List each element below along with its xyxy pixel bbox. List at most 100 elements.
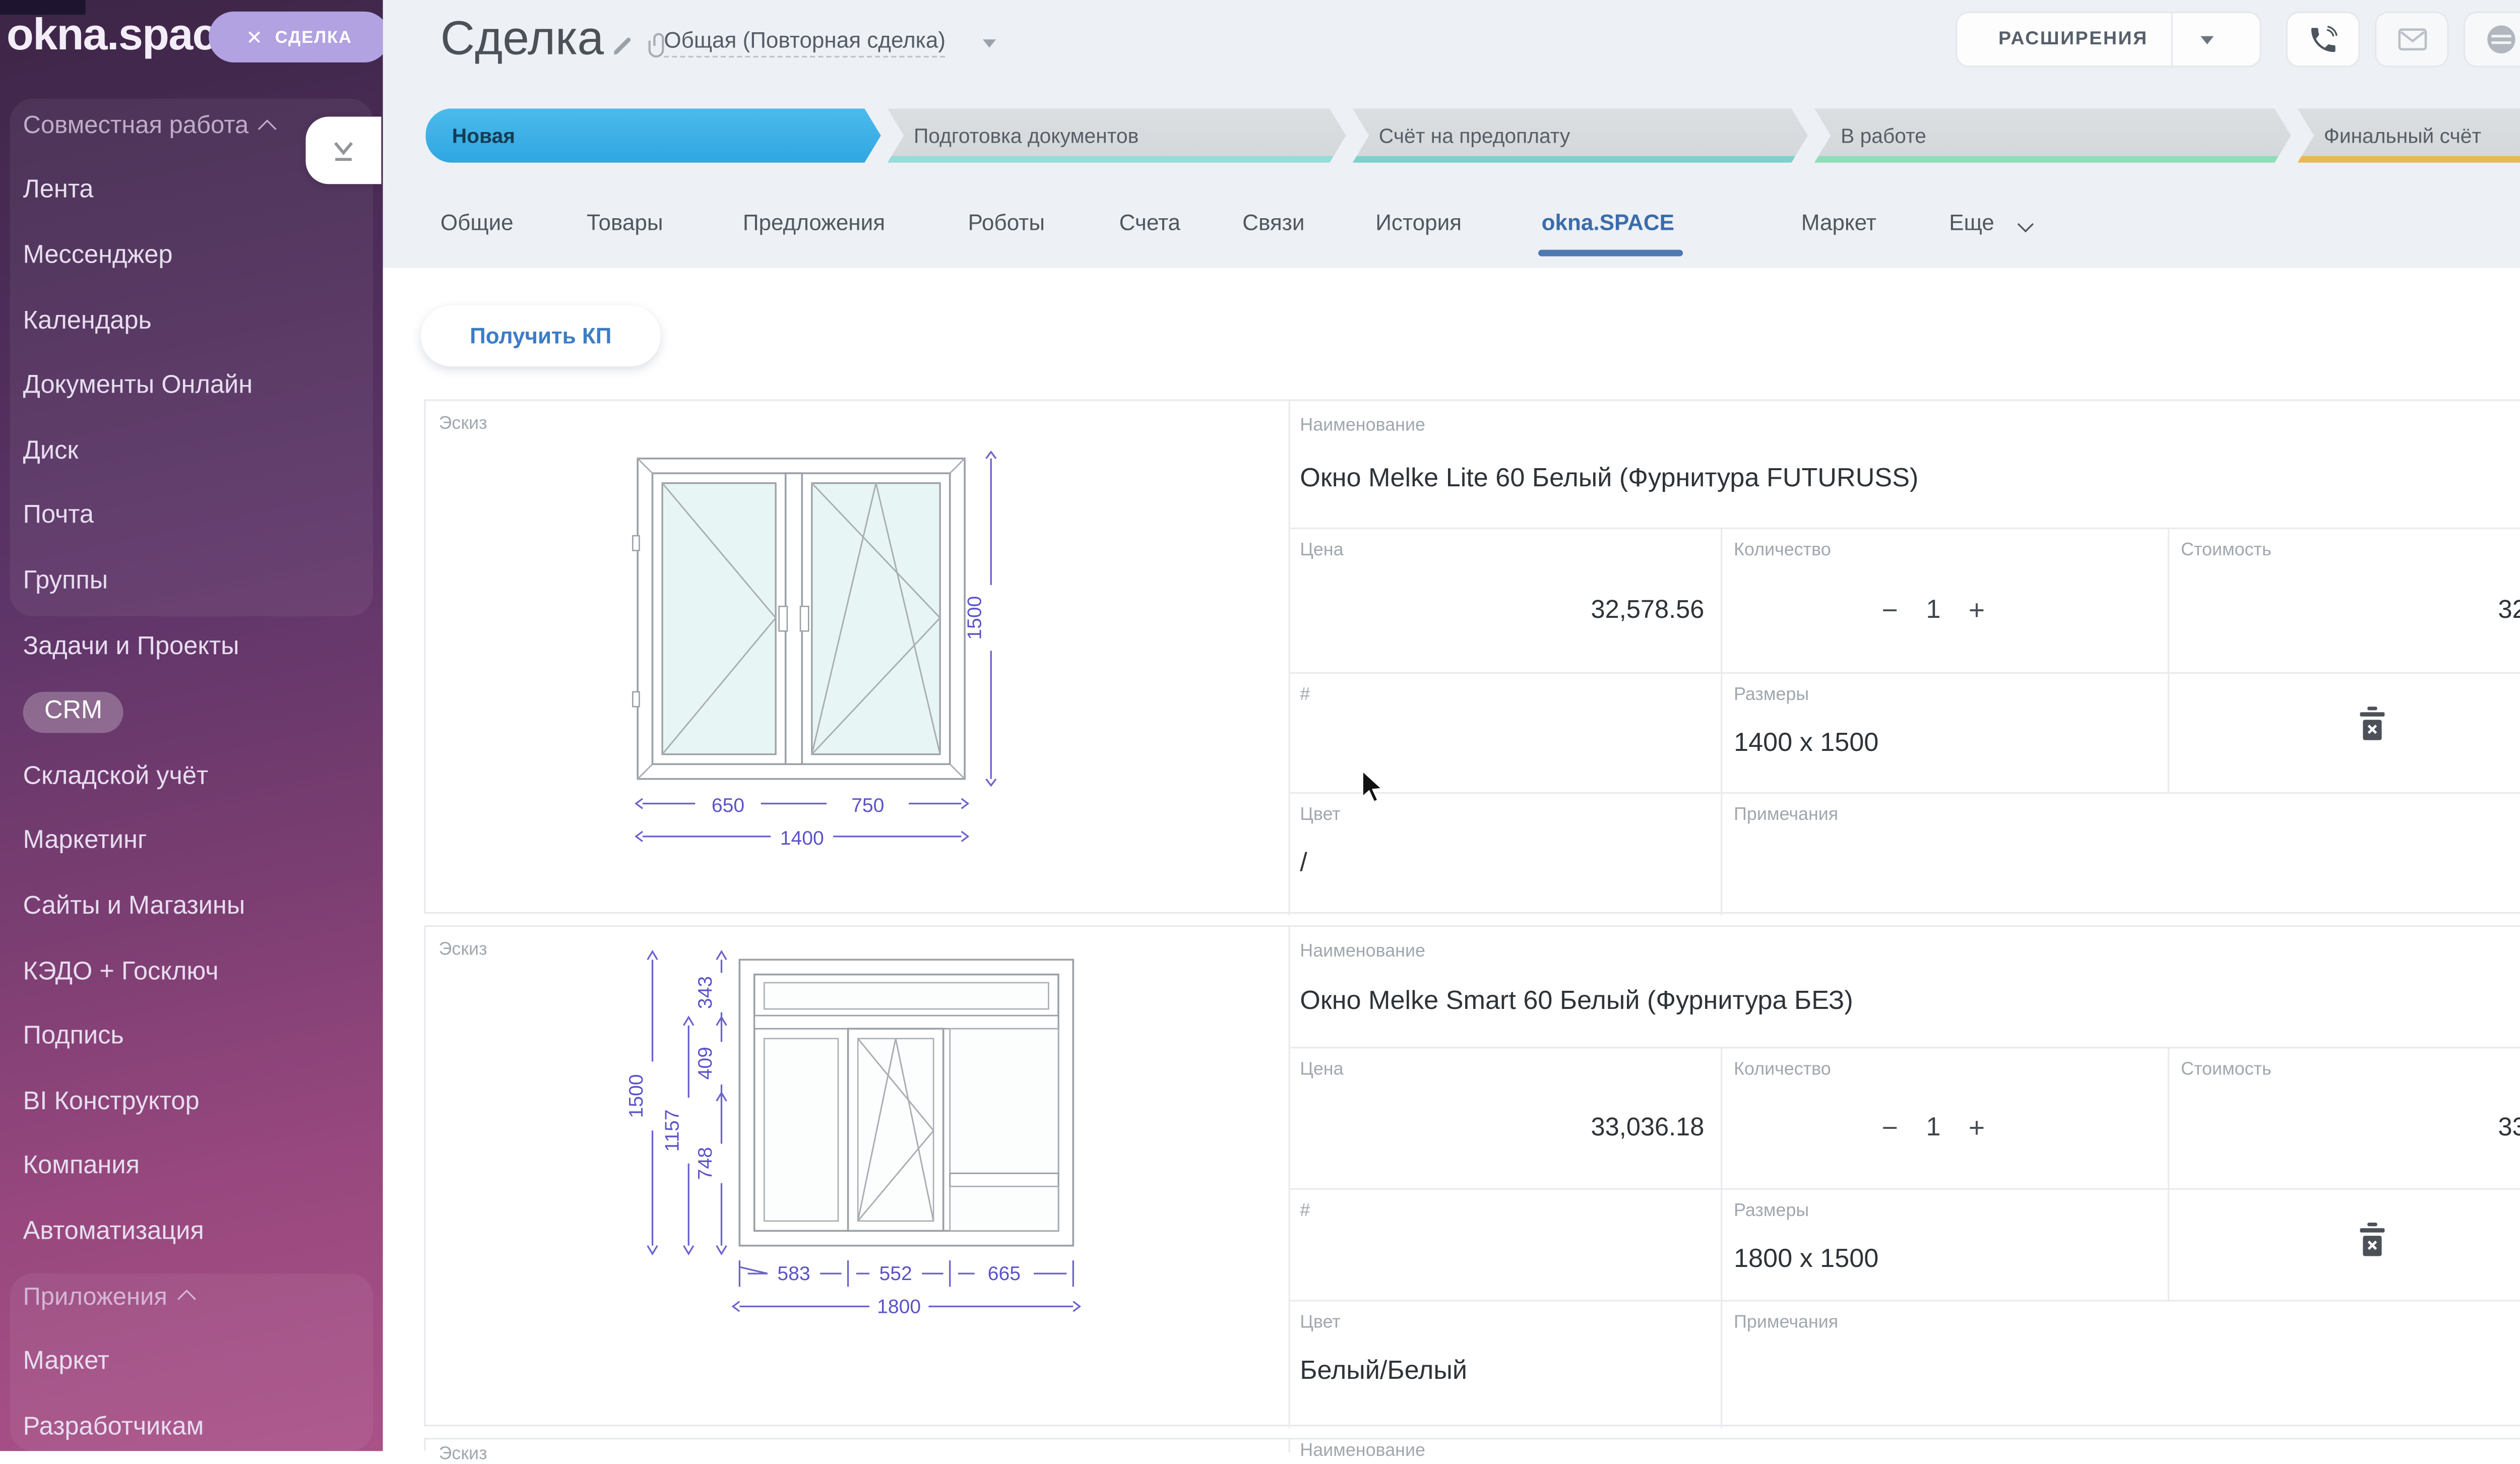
mouse-cursor (1361, 769, 1385, 805)
plus-button[interactable]: + (1969, 595, 1985, 627)
sidebar-item-crm[interactable]: CRM (0, 679, 383, 744)
page-title: Сделка (440, 13, 604, 68)
close-icon[interactable]: ✕ (246, 26, 264, 49)
sidebar-item-kedo[interactable]: КЭДО + Госключ (0, 939, 383, 1004)
sidebar-section-apps[interactable]: Приложения (0, 1265, 383, 1330)
cost-value: 33,036.18 (2181, 1114, 2520, 1144)
sidebar-item-marketing[interactable]: Маркетинг (0, 809, 383, 874)
deal-tab-chip[interactable]: ✕ СДЕЛКА (209, 12, 383, 62)
chevron-down-icon[interactable] (2200, 35, 2214, 43)
sidebar-item-inventory[interactable]: Складской учёт (0, 744, 383, 809)
sidebar-item-label: Маркет (23, 1348, 109, 1377)
sidebar-item-developers[interactable]: Разработчикам (0, 1395, 383, 1451)
tab-robots[interactable]: Роботы (968, 210, 1045, 235)
sidebar-item-label: BI Конструктор (23, 1088, 200, 1117)
tab-products[interactable]: Товары (587, 210, 663, 235)
svg-text:650: 650 (712, 795, 744, 816)
dims-label: Размеры (1734, 685, 1809, 705)
product-name[interactable]: Окно Melke Lite 60 Белый (Фурнитура FUTU… (1300, 465, 1918, 495)
stage-color-band (1353, 156, 1808, 163)
sidebar-item-tasks[interactable]: Задачи и Проекты (0, 614, 383, 679)
sidebar-section-label: Приложения (23, 1284, 167, 1311)
stage-new[interactable]: Новая (426, 108, 881, 163)
delete-row-button[interactable] (2358, 1223, 2386, 1265)
stage-prepayment[interactable]: Счёт на предоплату (1353, 108, 1808, 163)
sidebar-item-messenger[interactable]: Мессенджер (0, 224, 383, 289)
svg-text:665: 665 (988, 1263, 1021, 1285)
deal-chip-label: СДЕЛКА (275, 27, 352, 47)
tab-market[interactable]: Маркет (1801, 210, 1876, 235)
tab-links[interactable]: Связи (1242, 210, 1304, 235)
sidebar-item-docs-online[interactable]: Документы Онлайн (0, 354, 383, 419)
quantity-value[interactable]: 1 (1926, 597, 1940, 626)
sketch-label: Эскиз (439, 1444, 487, 1464)
product-card-3: Эскиз Наименование (424, 1438, 2520, 1451)
sidebar-item-market[interactable]: Маркет (0, 1330, 383, 1395)
sidebar-item-sites[interactable]: Сайты и Магазины (0, 874, 383, 939)
svg-text:750: 750 (851, 795, 884, 816)
stage-label: Подготовка документов (914, 124, 1139, 147)
sidebar-item-label: Почта (23, 502, 94, 532)
get-kp-button[interactable]: Получить КП (421, 306, 661, 367)
sidebar-item-label: Автоматизация (23, 1218, 204, 1247)
name-label: Наименование (1300, 416, 1425, 435)
hash-label: # (1300, 1201, 1310, 1221)
product-name[interactable]: Окно Melke Smart 60 Белый (Фурнитура БЕЗ… (1300, 988, 1853, 1017)
stage-label: Финальный счёт (2324, 124, 2481, 147)
sidebar-item-label: Задачи и Проекты (23, 632, 239, 662)
tab-history[interactable]: История (1375, 210, 1462, 235)
stage-in-progress[interactable]: В работе (1814, 108, 2291, 163)
app-button[interactable] (2464, 12, 2520, 68)
price-value[interactable]: 32,578.56 (1300, 597, 1704, 626)
delete-row-button[interactable] (2358, 707, 2386, 749)
column-divider (2168, 528, 2169, 792)
row-divider (1288, 1047, 2520, 1048)
plus-button[interactable]: + (1969, 1113, 1985, 1145)
column-divider (1721, 528, 1722, 916)
tab-general[interactable]: Общие (440, 210, 514, 235)
price-value[interactable]: 33,036.18 (1300, 1114, 1704, 1144)
sidebar-item-groups[interactable]: Группы (0, 549, 383, 614)
sidebar-item-label: КЭДО + Госключ (23, 957, 219, 987)
tab-more[interactable]: Еще (1949, 210, 1994, 235)
stage-final-invoice[interactable]: Финальный счёт (2298, 108, 2520, 163)
chevron-down-icon[interactable] (983, 39, 996, 47)
sidebar-item-company[interactable]: Компания (0, 1135, 383, 1200)
minus-button[interactable]: − (1882, 1113, 1898, 1145)
tab-offers[interactable]: Предложения (743, 210, 885, 235)
deal-category-selector[interactable]: Общая (Повторная сделка) (664, 28, 946, 57)
dims-value[interactable]: 1400 x 1500 (1734, 730, 1878, 759)
dims-value[interactable]: 1800 x 1500 (1734, 1246, 1878, 1276)
sidebar-item-sign[interactable]: Подпись (0, 1004, 383, 1069)
sidebar-item-label: Разработчикам (23, 1413, 204, 1442)
brand-logo[interactable]: okna.spac (7, 10, 214, 61)
window-sketch-2: 343 409 748 1157 1500 583 552 66 (626, 933, 1103, 1344)
sidebar-item-bi[interactable]: BI Конструктор (0, 1069, 383, 1134)
sidebar-item-mail[interactable]: Почта (0, 484, 383, 549)
sidebar-menu: Совместная работа Лента Мессенджер Кален… (0, 94, 383, 1451)
sidebar-item-automation[interactable]: Автоматизация (0, 1200, 383, 1265)
sidebar-item-label: Подпись (23, 1023, 124, 1052)
quantity-value[interactable]: 1 (1926, 1114, 1940, 1144)
color-value[interactable]: / (1300, 850, 1307, 879)
svg-text:1500: 1500 (626, 1074, 647, 1118)
sidebar-collapse-button[interactable] (306, 117, 382, 184)
svg-text:1800: 1800 (877, 1296, 921, 1317)
svg-text:1400: 1400 (780, 828, 824, 849)
svg-text:552: 552 (879, 1263, 912, 1285)
extensions-button[interactable]: РАСШИРЕНИЯ (1956, 12, 2261, 68)
dims-label: Размеры (1734, 1201, 1809, 1221)
edit-pencil-icon[interactable] (611, 34, 635, 57)
tab-invoices[interactable]: Счета (1119, 210, 1180, 235)
minus-button[interactable]: − (1882, 595, 1898, 627)
tab-okna-space[interactable]: okna.SPACE (1542, 210, 1674, 235)
sidebar-item-disk[interactable]: Диск (0, 419, 383, 484)
color-value[interactable]: Белый/Белый (1300, 1357, 1467, 1387)
email-button[interactable] (2375, 12, 2449, 68)
stage-docs[interactable]: Подготовка документов (888, 108, 1346, 163)
sidebar-item-label: Маркетинг (23, 827, 147, 857)
app-window: okna.spac ✕ СДЕЛКА Совместная работа Лен… (0, 0, 2520, 1451)
call-button[interactable] (2286, 12, 2360, 68)
sidebar-item-calendar[interactable]: Календарь (0, 289, 383, 354)
column-divider (1721, 1047, 1722, 1428)
